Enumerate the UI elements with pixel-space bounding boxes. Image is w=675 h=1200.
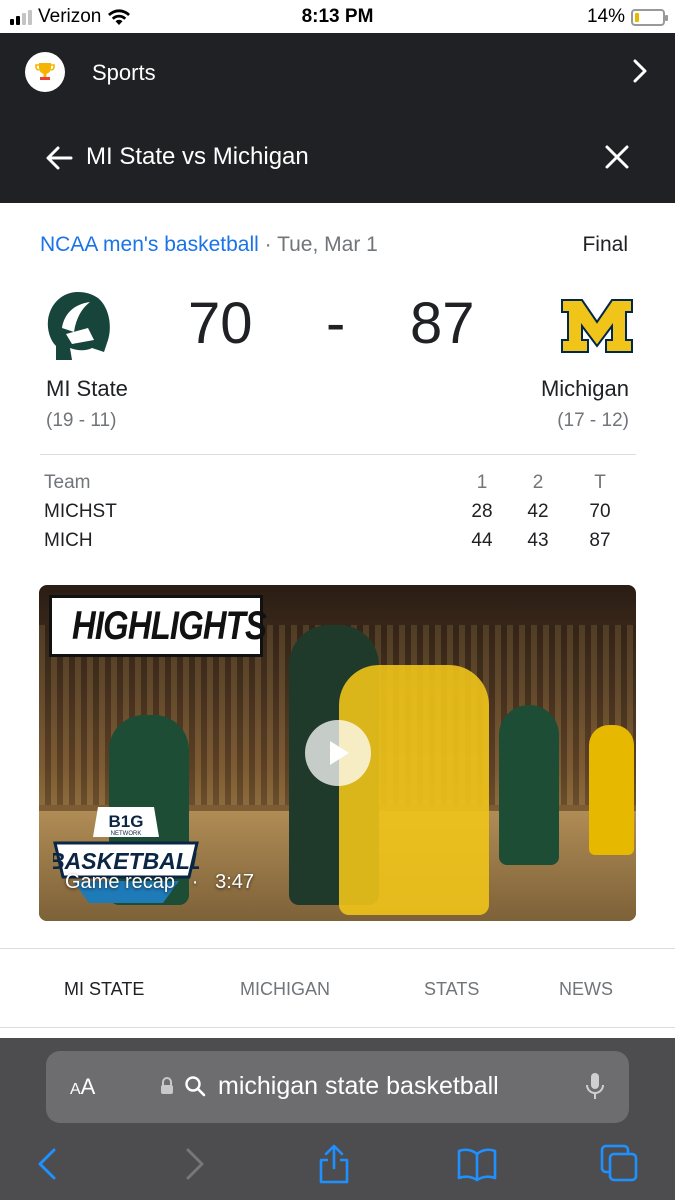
- game-meta: NCAA men's basketball · Tue, Mar 1: [40, 233, 378, 257]
- trophy-icon: [25, 52, 65, 92]
- row-period-1: 44: [471, 530, 493, 551]
- away-team-record: (17 - 12): [557, 410, 629, 431]
- away-score: 87: [410, 291, 475, 356]
- divider: [40, 454, 636, 455]
- game-date: Tue, Mar 1: [277, 233, 378, 256]
- close-icon[interactable]: [604, 144, 630, 170]
- linescore-table: Team 1 2 T MICHST 28 42 70 MICH 44 43 87: [44, 472, 624, 559]
- microphone-icon[interactable]: [585, 1071, 605, 1101]
- tab-news[interactable]: NEWS: [559, 979, 613, 1000]
- address-bar[interactable]: AA michigan state basketball: [46, 1051, 629, 1123]
- caption-label: Game recap: [65, 871, 176, 893]
- network-logo-top: B1G: [109, 812, 144, 831]
- play-icon: [330, 741, 349, 765]
- page: Verizon 8:13 PM 14% Sports MI State vs M…: [0, 0, 675, 1200]
- status-right: 14%: [586, 6, 668, 28]
- back-icon[interactable]: [36, 1146, 58, 1182]
- tab-mi-state[interactable]: MI STATE: [64, 979, 144, 1000]
- aa-small: A: [70, 1081, 81, 1098]
- lock-icon: [161, 1077, 173, 1094]
- search-icon: [185, 1076, 206, 1097]
- away-team-name[interactable]: Michigan: [541, 376, 629, 402]
- video-player-figure: [499, 705, 559, 865]
- row-team: MICH: [44, 530, 93, 551]
- row-period-2: 43: [527, 530, 549, 551]
- block-m-icon[interactable]: [560, 298, 634, 354]
- spartan-helmet-icon[interactable]: [42, 288, 114, 364]
- tab-stats[interactable]: STATS: [424, 979, 479, 1000]
- tabs-icon[interactable]: [600, 1144, 638, 1184]
- reader-settings-button[interactable]: AA: [70, 1074, 95, 1100]
- meta-separator: ·: [258, 233, 278, 256]
- header-period-2: 2: [532, 472, 544, 493]
- share-icon[interactable]: [316, 1142, 352, 1184]
- tab-michigan[interactable]: MICHIGAN: [240, 979, 330, 1000]
- status-bar: Verizon 8:13 PM 14%: [0, 0, 675, 33]
- row-total: 87: [589, 530, 611, 551]
- sports-title: Sports: [92, 60, 156, 85]
- row-period-1: 28: [471, 501, 493, 522]
- video-player-figure: [589, 725, 634, 855]
- search-query[interactable]: michigan state basketball: [218, 1072, 499, 1101]
- highlights-video[interactable]: HIGHLIGHTS B1G NETWORK BASKETBALL Game r…: [39, 585, 636, 921]
- network-logo-mid: NETWORK: [111, 831, 142, 837]
- clock: 8:13 PM: [301, 6, 374, 27]
- row-period-2: 42: [527, 501, 549, 522]
- browser-toolbar: AA michigan state basketball: [0, 1038, 675, 1200]
- home-team-record: (19 - 11): [46, 410, 117, 431]
- league-link[interactable]: NCAA men's basketball: [40, 233, 259, 256]
- video-caption: Game recap · 3:47: [65, 871, 254, 894]
- video-player-figure: [339, 665, 489, 915]
- linescore-header-row: Team 1 2 T: [44, 472, 624, 501]
- back-arrow-icon[interactable]: [44, 143, 74, 173]
- row-total: 70: [589, 501, 611, 522]
- row-team: MICHST: [44, 501, 117, 522]
- matchup-title: MI State vs Michigan: [86, 143, 309, 170]
- battery-icon: [631, 8, 668, 26]
- chevron-right-icon[interactable]: [631, 57, 649, 85]
- home-team-name[interactable]: MI State: [46, 376, 128, 402]
- header-period-1: 1: [476, 472, 488, 493]
- highlights-label: HIGHLIGHTS: [72, 603, 267, 648]
- game-status: Final: [582, 233, 628, 256]
- forward-icon[interactable]: [184, 1146, 206, 1182]
- score-separator: -: [326, 291, 346, 356]
- play-button[interactable]: [305, 720, 371, 786]
- sports-header[interactable]: Sports: [0, 33, 675, 111]
- matchup-header: MI State vs Michigan: [0, 111, 675, 203]
- battery-percent: 14%: [586, 6, 625, 27]
- highlights-badge: HIGHLIGHTS: [49, 595, 267, 657]
- table-row: MICHST 28 42 70: [44, 501, 624, 530]
- home-score: 70: [188, 291, 253, 356]
- table-row: MICH 44 43 87: [44, 530, 624, 559]
- video-duration: 3:47: [215, 871, 255, 893]
- header-total: T: [594, 472, 606, 493]
- caption-separator: ·: [191, 871, 199, 893]
- tab-bar: MI STATE MICHIGAN STATS NEWS: [0, 948, 675, 1028]
- header-team: Team: [44, 472, 91, 493]
- bookmarks-icon[interactable]: [456, 1146, 498, 1182]
- aa-large: A: [80, 1074, 96, 1099]
- battery-level: [635, 12, 639, 22]
